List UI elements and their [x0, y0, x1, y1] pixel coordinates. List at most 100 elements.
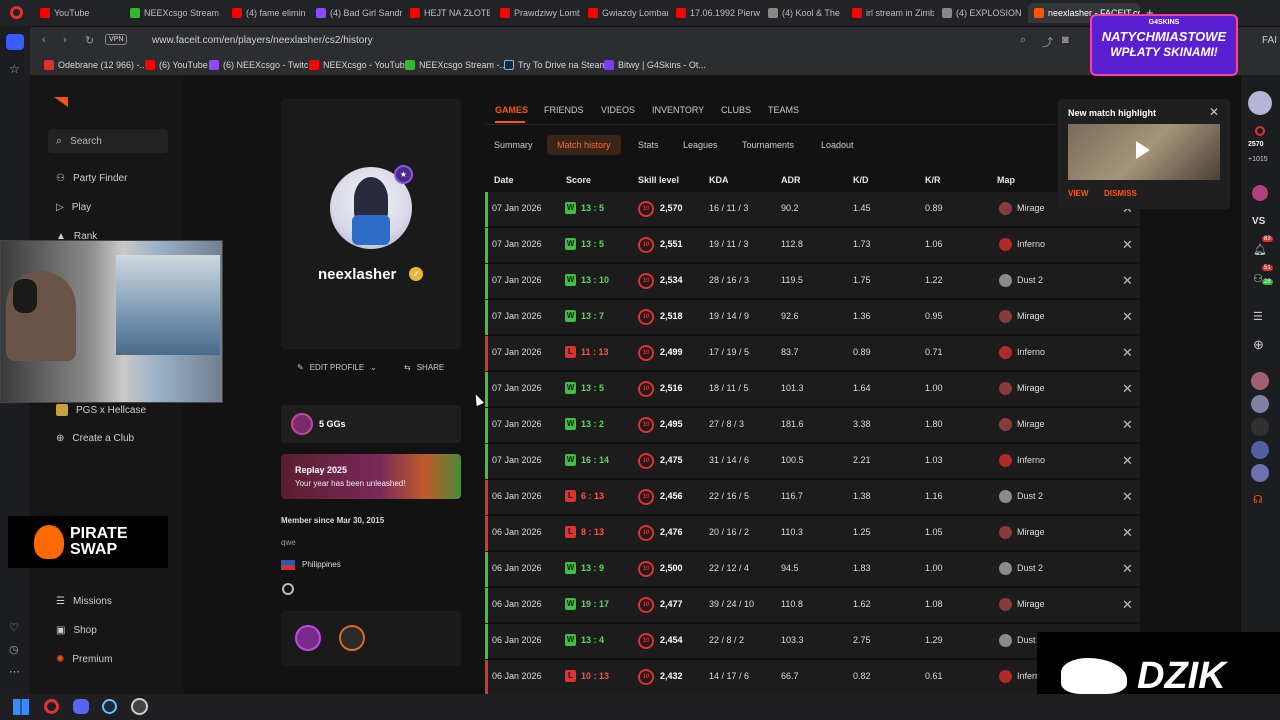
browser-tab[interactable]: YouTube — [34, 3, 120, 23]
table-row[interactable]: 07 Jan 2026 W 13 : 5 10 2,551 19 / 11 / 3 112.… — [485, 228, 1140, 263]
home-icon[interactable] — [6, 34, 24, 50]
table-row[interactable]: 06 Jan 2026 L 6 : 13 10 2,456 22 / 16 / 5 116.… — [485, 480, 1140, 515]
share-button[interactable]: ⇆ SHARE — [404, 363, 444, 372]
table-row[interactable]: 06 Jan 2026 W 19 : 17 10 2,477 39 / 24 / 10 11… — [485, 588, 1140, 623]
edit-profile-button[interactable]: ✎ EDIT PROFILE ⌄ — [297, 363, 377, 372]
hide-match-icon[interactable]: ✕ — [1122, 309, 1133, 325]
browser-tab[interactable]: NEEXcsgo Stream - — [124, 3, 222, 23]
hide-match-icon[interactable]: ✕ — [1122, 597, 1133, 613]
subtab-summary[interactable]: Summary — [494, 140, 533, 150]
tab-friends[interactable]: FRIENDS — [544, 105, 584, 115]
nav-premium[interactable]: ✺ Premium — [56, 654, 112, 665]
hide-match-icon[interactable]: ✕ — [1122, 525, 1133, 541]
friend-avatar[interactable] — [1251, 464, 1269, 482]
nav-missions[interactable]: ☰ Missions — [56, 596, 112, 607]
headset-icon[interactable]: ☊ — [1253, 493, 1263, 506]
star-icon[interactable]: ☆ — [9, 62, 20, 76]
hide-match-icon[interactable]: ✕ — [1122, 273, 1133, 289]
table-row[interactable]: 07 Jan 2026 W 13 : 5 10 2,516 18 / 11 / 5 101.… — [485, 372, 1140, 407]
table-row[interactable]: 07 Jan 2026 W 13 : 10 10 2,534 28 / 16 / 3 119… — [485, 264, 1140, 299]
subtab-loadout[interactable]: Loadout — [821, 140, 854, 150]
table-row[interactable]: 07 Jan 2026 W 13 : 7 10 2,518 19 / 14 / 9 92.6… — [485, 300, 1140, 335]
hide-match-icon[interactable]: ✕ — [1122, 237, 1133, 253]
steam-icon[interactable] — [282, 583, 294, 595]
ggs-card[interactable]: 5 GGs — [281, 405, 461, 443]
highlight-view-link[interactable]: VIEW — [1068, 189, 1088, 198]
forward-icon[interactable]: › — [63, 34, 67, 46]
close-icon[interactable]: ✕ — [1209, 105, 1219, 119]
tab-inventory[interactable]: INVENTORY — [652, 105, 704, 115]
tab-clubs[interactable]: CLUBS — [721, 105, 751, 115]
browser-tab[interactable]: (4) fame eliminato — [226, 3, 306, 23]
bookmark-item[interactable]: (6) YouTube — [145, 57, 208, 73]
heart-icon[interactable]: ♡ — [9, 621, 19, 634]
nav-create-club[interactable]: ⊕ Create a Club — [56, 433, 134, 444]
reload-icon[interactable]: ↻ — [85, 34, 94, 47]
table-row[interactable]: 07 Jan 2026 L 11 : 13 10 2,499 17 / 19 / 5 83.… — [485, 336, 1140, 371]
vs-label[interactable]: VS — [1252, 216, 1265, 227]
highlight-thumbnail[interactable] — [1068, 124, 1220, 180]
bookmark-item[interactable]: Odebrane (12 966) -... — [44, 57, 147, 73]
clock-icon[interactable]: ◷ — [9, 643, 19, 656]
nav-play[interactable]: ▷ Play — [56, 202, 91, 213]
friend-avatar[interactable] — [1251, 441, 1269, 459]
browser-tab[interactable]: (4) Kool & The — [762, 3, 844, 23]
tab-videos[interactable]: VIDEOS — [601, 105, 635, 115]
hide-match-icon[interactable]: ✕ — [1122, 345, 1133, 361]
steam-taskbar-icon[interactable] — [102, 699, 117, 714]
table-row[interactable]: 07 Jan 2026 W 13 : 2 10 2,495 27 / 8 / 3 181.6… — [485, 408, 1140, 443]
table-row[interactable]: 07 Jan 2026 W 16 : 14 10 2,475 31 / 14 / 6 100… — [485, 444, 1140, 479]
back-icon[interactable]: ‹ — [42, 34, 46, 46]
tab-teams[interactable]: TEAMS — [768, 105, 799, 115]
opera-logo-icon[interactable] — [10, 6, 23, 19]
bookmark-item[interactable]: (6) NEEXcsgo - Twitch — [209, 57, 313, 73]
search-icon[interactable]: ⌕ — [1020, 34, 1026, 47]
browser-tab[interactable]: irl stream in Zimba — [846, 3, 934, 23]
list-icon[interactable]: ☰ — [1253, 310, 1263, 323]
hide-match-icon[interactable]: ✕ — [1122, 561, 1133, 577]
browser-tab[interactable]: Prawdziwy Lombar — [494, 3, 580, 23]
table-row[interactable]: 06 Jan 2026 L 8 : 13 10 2,476 20 / 16 / 2 110.… — [485, 516, 1140, 551]
bookmark-item[interactable]: NEEXcsgo - YouTube — [309, 57, 410, 73]
hide-match-icon[interactable]: ✕ — [1122, 453, 1133, 469]
user-avatar[interactable] — [1248, 91, 1272, 115]
party-icon[interactable] — [1252, 185, 1268, 201]
hide-match-icon[interactable]: ✕ — [1122, 417, 1133, 433]
browser-tab[interactable]: (4) Bad Girl Sandra — [310, 3, 402, 23]
bookmark-item[interactable]: Try To Drive na Steam — [504, 57, 607, 73]
hide-match-icon[interactable]: ✕ — [1122, 489, 1133, 505]
tab-games[interactable]: GAMES — [495, 105, 528, 115]
browser-tab[interactable]: 17.06.1992 Pierwsz — [670, 3, 760, 23]
table-row[interactable]: 07 Jan 2026 W 13 : 5 10 2,570 16 / 11 / 3 90.2… — [485, 192, 1140, 227]
windows-start-icon[interactable] — [13, 699, 29, 715]
replay-card[interactable]: Replay 2025 Your year has been unleashed… — [281, 454, 461, 499]
vpn-badge[interactable]: VPN — [105, 34, 128, 45]
subtab-stats[interactable]: Stats — [638, 140, 659, 150]
g4skins-ad[interactable]: G4SKINS NATYCHMIASTOWE WPŁATY SKINAMI! — [1090, 14, 1238, 76]
app-taskbar-icon[interactable] — [131, 698, 148, 715]
friend-avatar[interactable] — [1251, 395, 1269, 413]
friend-avatar[interactable] — [1251, 372, 1269, 390]
nav-party-finder[interactable]: ⚇ Party Finder — [56, 173, 127, 184]
highlight-dismiss-link[interactable]: DISMISS — [1104, 189, 1137, 198]
bookmark-item[interactable]: NEEXcsgo Stream -... — [405, 57, 507, 73]
more-icon[interactable]: ⋯ — [9, 665, 20, 678]
url-field[interactable]: www.faceit.com/en/players/neexlasher/cs2… — [152, 35, 373, 46]
subtab-match-history[interactable]: Match history — [547, 135, 621, 155]
browser-tab[interactable]: Gwiazdy Lombardó — [582, 3, 668, 23]
search-box[interactable]: ⌕ Search — [48, 129, 168, 153]
friend-avatar[interactable] — [1251, 418, 1269, 436]
bookmark-item[interactable]: Bitwy | G4Skins - Ot... — [604, 57, 706, 73]
share-icon[interactable]: ⤴ — [1042, 34, 1053, 50]
opera-taskbar-icon[interactable] — [44, 699, 59, 714]
add-icon[interactable]: ⊕ — [1253, 337, 1264, 353]
notification-bell-icon[interactable]: 🔔︎ — [1253, 243, 1267, 256]
hide-match-icon[interactable]: ✕ — [1122, 381, 1133, 397]
browser-tab[interactable]: (4) EXPLOSION — [936, 3, 1024, 23]
browser-tab[interactable]: HEJT NA ZŁOTE AN — [404, 3, 490, 23]
nav-club[interactable]: PGS x Hellcase — [56, 404, 146, 416]
camera-icon[interactable]: ◙ — [1062, 34, 1069, 46]
discord-icon[interactable] — [73, 699, 89, 714]
faceit-logo-icon[interactable] — [54, 97, 68, 107]
nav-shop[interactable]: ▣ Shop — [56, 625, 97, 636]
